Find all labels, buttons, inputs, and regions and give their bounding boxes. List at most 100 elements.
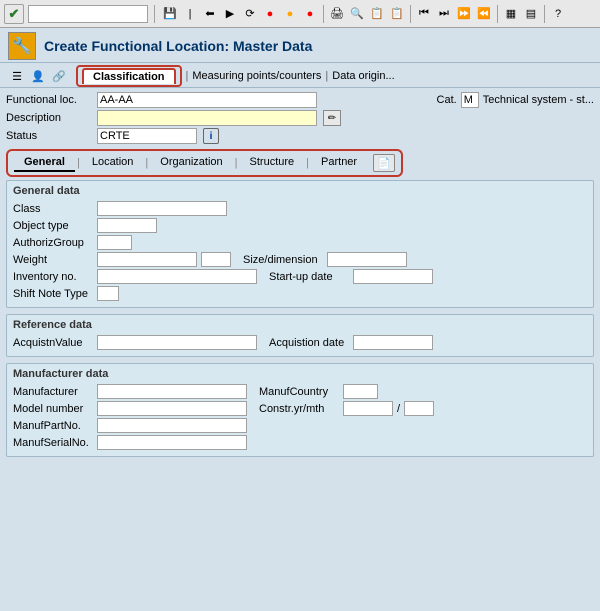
print-icon[interactable]: 🖨 bbox=[328, 5, 346, 23]
inventory-input[interactable] bbox=[97, 269, 257, 284]
acquistion-date-input[interactable] bbox=[353, 335, 433, 350]
func-loc-input[interactable] bbox=[97, 92, 317, 108]
tab-classification[interactable]: Classification bbox=[82, 68, 176, 84]
model-number-input[interactable] bbox=[97, 401, 247, 416]
authoriz-input[interactable] bbox=[97, 235, 132, 250]
reference-data-title: Reference data bbox=[13, 319, 587, 331]
tab-data-origin[interactable]: Data origin... bbox=[332, 70, 394, 82]
tab-organization[interactable]: Organization bbox=[150, 154, 232, 172]
description-input[interactable] bbox=[97, 110, 317, 126]
inventory-row: Inventory no. Start-up date bbox=[13, 269, 587, 284]
separator-1 bbox=[154, 5, 155, 23]
clip1-icon[interactable]: 📋 bbox=[368, 5, 386, 23]
manuf-serial-row: ManufSerialNo. bbox=[13, 435, 587, 450]
shift-note-input[interactable] bbox=[97, 286, 119, 301]
nav3-icon[interactable]: ⏩ bbox=[455, 5, 473, 23]
shift-note-row: Shift Note Type bbox=[13, 286, 587, 301]
top-tabbar: ☰ 👤 🔗 Classification | Measuring points/… bbox=[0, 63, 600, 88]
check-button[interactable]: ✔ bbox=[4, 4, 24, 24]
tab-extra-icon[interactable]: 📄 bbox=[373, 154, 395, 172]
main-toolbar: ✔ 💾 | ⬅ ▶ ⟳ ● ● ● 🖨 🔍 📋 📋 ⏮ ⏭ ⏩ ⏪ ▦ ▤ ? bbox=[0, 0, 600, 28]
nav-icon3[interactable]: ⟳ bbox=[241, 5, 259, 23]
find-icon[interactable]: 🔍 bbox=[348, 5, 366, 23]
status-input[interactable] bbox=[97, 128, 197, 144]
separator-2 bbox=[323, 5, 324, 23]
object-type-row: Object type bbox=[13, 218, 587, 233]
tab-general[interactable]: General bbox=[14, 154, 75, 172]
separator-icon: | bbox=[181, 5, 199, 23]
tab-icon-3[interactable]: 🔗 bbox=[50, 67, 68, 85]
command-dropdown[interactable] bbox=[28, 5, 148, 23]
manuf-serial-input[interactable] bbox=[97, 435, 247, 450]
model-number-row: Model number Constr.yr/mth / bbox=[13, 401, 587, 416]
tab-partner[interactable]: Partner bbox=[311, 154, 367, 172]
grid1-icon[interactable]: ▦ bbox=[502, 5, 520, 23]
separator-4 bbox=[497, 5, 498, 23]
toolbar-icons: 💾 | ⬅ ▶ ⟳ ● ● ● 🖨 🔍 📋 📋 ⏮ ⏭ ⏩ ⏪ ▦ ▤ ? bbox=[161, 5, 567, 23]
class-row: Class bbox=[13, 201, 587, 216]
acquistn-value-input[interactable] bbox=[97, 335, 257, 350]
constr-mth-input[interactable] bbox=[404, 401, 434, 416]
manufacturer-input[interactable] bbox=[97, 384, 247, 399]
header-icon: 🔧 bbox=[8, 32, 36, 60]
back-icon[interactable]: ⬅ bbox=[201, 5, 219, 23]
size-dimension-input[interactable] bbox=[327, 252, 407, 267]
weight-unit-input[interactable] bbox=[201, 252, 231, 267]
model-number-label: Model number bbox=[13, 403, 93, 415]
startup-date-label: Start-up date bbox=[269, 271, 349, 283]
red-btn1[interactable]: ● bbox=[261, 5, 279, 23]
class-input[interactable] bbox=[97, 201, 227, 216]
grid2-icon[interactable]: ▤ bbox=[522, 5, 540, 23]
nav2-icon[interactable]: ⏭ bbox=[435, 5, 453, 23]
header: 🔧 Create Functional Location: Master Dat… bbox=[0, 28, 600, 63]
inventory-label: Inventory no. bbox=[13, 271, 93, 283]
clip2-icon[interactable]: 📋 bbox=[388, 5, 406, 23]
tab-structure[interactable]: Structure bbox=[240, 154, 305, 172]
tab-icon-1[interactable]: ☰ bbox=[8, 67, 26, 85]
description-row: Description ✏ bbox=[6, 110, 594, 126]
red-btn2[interactable]: ● bbox=[281, 5, 299, 23]
manufacturer-row: Manufacturer ManufCountry bbox=[13, 384, 587, 399]
red-btn3[interactable]: ● bbox=[301, 5, 319, 23]
status-row: Status i bbox=[6, 128, 594, 144]
class-label: Class bbox=[13, 203, 93, 215]
description-edit-button[interactable]: ✏ bbox=[323, 110, 341, 126]
reference-data-section: Reference data AcquistnValue Acquistion … bbox=[6, 314, 594, 357]
description-label: Description bbox=[6, 112, 91, 124]
cat-desc: Technical system - st... bbox=[483, 94, 594, 106]
inner-tabbar: General | Location | Organization | Stru… bbox=[6, 149, 403, 177]
object-type-input[interactable] bbox=[97, 218, 157, 233]
authoriz-row: AuthorizGroup bbox=[13, 235, 587, 250]
authoriz-label: AuthorizGroup bbox=[13, 237, 93, 249]
constr-yr-input[interactable] bbox=[343, 401, 393, 416]
cat-input[interactable] bbox=[461, 92, 479, 108]
manuf-serial-label: ManufSerialNo. bbox=[13, 437, 93, 449]
manuf-part-input[interactable] bbox=[97, 418, 247, 433]
weight-input[interactable] bbox=[97, 252, 197, 267]
manuf-part-label: ManufPartNo. bbox=[13, 420, 93, 432]
form-area: Functional loc. Cat. Technical system - … bbox=[0, 88, 600, 467]
func-loc-row: Functional loc. Cat. Technical system - … bbox=[6, 92, 594, 108]
top-tab-icons: ☰ 👤 🔗 bbox=[8, 67, 68, 85]
manuf-country-input[interactable] bbox=[343, 384, 378, 399]
size-dimension-label: Size/dimension bbox=[243, 254, 323, 266]
nav1-icon[interactable]: ⏮ bbox=[415, 5, 433, 23]
save-icon[interactable]: 💾 bbox=[161, 5, 179, 23]
cat-label: Cat. bbox=[437, 94, 457, 106]
tab-icon-2[interactable]: 👤 bbox=[29, 67, 47, 85]
object-type-label: Object type bbox=[13, 220, 93, 232]
classification-tab-wrapper: Classification bbox=[76, 65, 182, 87]
info-icon[interactable]: i bbox=[203, 128, 219, 144]
startup-date-input[interactable] bbox=[353, 269, 433, 284]
tab-measuring-points[interactable]: Measuring points/counters bbox=[192, 70, 321, 82]
acquistion-date-label: Acquistion date bbox=[269, 337, 349, 349]
help-icon[interactable]: ? bbox=[549, 5, 567, 23]
manufacturer-label: Manufacturer bbox=[13, 386, 93, 398]
manufacturer-data-title: Manufacturer data bbox=[13, 368, 587, 380]
nav4-icon[interactable]: ⏪ bbox=[475, 5, 493, 23]
constr-yr-label: Constr.yr/mth bbox=[259, 403, 339, 415]
forward-icon[interactable]: ▶ bbox=[221, 5, 239, 23]
manufacturer-data-section: Manufacturer data Manufacturer ManufCoun… bbox=[6, 363, 594, 457]
func-loc-label: Functional loc. bbox=[6, 94, 91, 106]
tab-location[interactable]: Location bbox=[82, 154, 144, 172]
